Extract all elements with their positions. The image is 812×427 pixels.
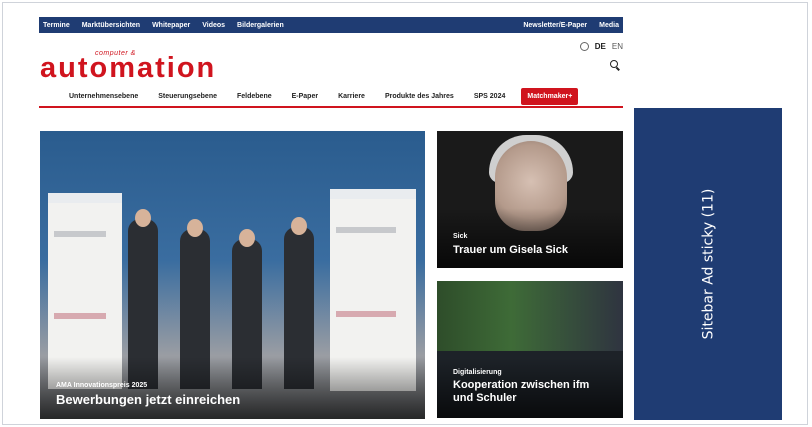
nav-item-steuerungsebene[interactable]: Steuerungsebene — [148, 93, 227, 100]
article-card-ifm-schuler[interactable]: Digitalisierung Kooperation zwischen ifm… — [437, 281, 623, 418]
nav-item-feldebene[interactable]: Feldebene — [227, 93, 282, 100]
topbar-link-media[interactable]: Media — [599, 22, 619, 29]
topbar-link-newsletter[interactable]: Newsletter/E-Paper — [523, 22, 587, 29]
topbar-link-bildergalerien[interactable]: Bildergalerien — [237, 22, 284, 29]
site-logo[interactable]: computer & automation — [40, 48, 216, 83]
topbar-link-termine[interactable]: Termine — [43, 22, 70, 29]
language-switcher: DE EN — [579, 42, 623, 51]
lang-en[interactable]: EN — [612, 42, 623, 51]
search-box[interactable] — [515, 57, 621, 71]
card-title[interactable]: Trauer um Gisela Sick — [453, 244, 568, 256]
nav-item-epaper[interactable]: E-Paper — [282, 93, 328, 100]
sitebar-ad-label: Sitebar Ad sticky (11) — [700, 188, 717, 340]
card-title-line-2[interactable]: und Schuler — [453, 392, 517, 404]
top-utility-bar: Termine Marktübersichten Whitepaper Vide… — [39, 17, 623, 33]
globe-icon — [579, 42, 589, 51]
card-kicker: Digitalisierung — [453, 369, 502, 376]
card-kicker: Sick — [453, 233, 468, 240]
card-title-line-1[interactable]: Kooperation zwischen ifm — [453, 379, 589, 391]
topbar-link-whitepaper[interactable]: Whitepaper — [152, 22, 190, 29]
nav-item-unternehmensebene[interactable]: Unternehmensebene — [59, 93, 148, 100]
hero-title[interactable]: Bewerbungen jetzt einreichen — [56, 392, 240, 407]
nav-item-produkte[interactable]: Produkte des Jahres — [375, 93, 464, 100]
hero-kicker: AMA Innovationspreis 2025 — [56, 382, 148, 389]
article-card-sick[interactable]: Sick Trauer um Gisela Sick — [437, 131, 623, 268]
lang-de[interactable]: DE — [595, 42, 606, 51]
matchmaker-button[interactable]: Matchmaker+ — [521, 87, 579, 105]
nav-item-sps[interactable]: SPS 2024 — [464, 93, 516, 100]
logo-tagline: computer & — [95, 50, 136, 57]
sitebar-ad[interactable]: Sitebar Ad sticky (11) — [634, 108, 782, 420]
topbar-link-videos[interactable]: Videos — [202, 22, 225, 29]
search-icon[interactable] — [610, 60, 618, 68]
hero-article[interactable]: AMA Innovationspreis 2025 Bewerbungen je… — [40, 131, 425, 419]
main-navigation: Unternehmensebene Steuerungsebene Feldeb… — [39, 86, 623, 108]
nav-item-karriere[interactable]: Karriere — [328, 93, 375, 100]
topbar-link-marktuebersichten[interactable]: Marktübersichten — [82, 22, 140, 29]
